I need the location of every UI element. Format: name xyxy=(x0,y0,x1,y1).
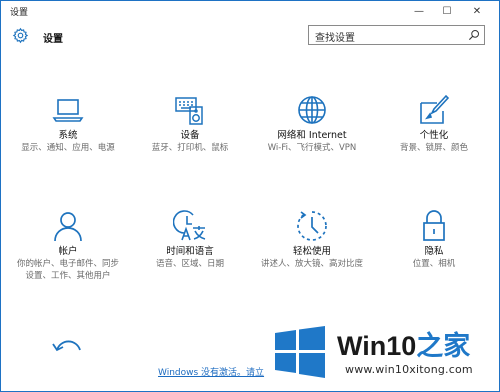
tile-description: 位置、相机 xyxy=(412,259,456,269)
update-security-icon[interactable] xyxy=(51,334,83,356)
tile-devices[interactable]: 设备 蓝牙、打印机、鼠标 xyxy=(131,93,249,154)
settings-window: 设置 — ☐ ✕ 设置 查找设置 系统 显示、通知、应用、电源 设备 蓝牙、打印… xyxy=(0,0,500,392)
paint-brush-icon xyxy=(420,94,450,124)
minimize-button[interactable]: — xyxy=(405,1,433,21)
search-placeholder: 查找设置 xyxy=(315,33,355,44)
close-button[interactable]: ✕ xyxy=(463,1,491,21)
close-icon: ✕ xyxy=(472,5,482,17)
tile-label: 系统 xyxy=(58,130,78,141)
minimize-icon: — xyxy=(414,5,424,17)
page-title: 设置 xyxy=(43,34,63,45)
globe-icon xyxy=(298,96,326,124)
maximize-button[interactable]: ☐ xyxy=(433,1,461,21)
person-icon xyxy=(54,212,82,242)
title-bar[interactable]: 设置 — ☐ ✕ xyxy=(1,1,499,21)
tile-personalization[interactable]: 个性化 背景、锁屏、颜色 xyxy=(375,93,493,154)
window-title: 设置 xyxy=(10,8,29,18)
search-input[interactable]: 查找设置 xyxy=(308,25,485,45)
ease-of-access-icon xyxy=(297,211,327,241)
windows-logo-icon xyxy=(275,326,325,378)
search-icon xyxy=(468,30,479,41)
tile-description: 语音、区域、日期 xyxy=(155,259,224,269)
tile-description: 蓝牙、打印机、鼠标 xyxy=(151,143,229,153)
maximize-icon: ☐ xyxy=(442,5,452,17)
watermark: Win10之家 www.win10xitong.com xyxy=(267,307,499,391)
tile-accounts[interactable]: 帐户 你的帐户、电子邮件、同步设置、工作、其他用户 xyxy=(9,209,127,282)
tile-description: Wi-Fi、飞行模式、VPN xyxy=(267,143,357,153)
tile-label: 网络和 Internet xyxy=(277,130,347,141)
tile-description: 你的帐户、电子邮件、同步设置、工作、其他用户 xyxy=(16,259,119,281)
tile-description: 讲述人、放大镜、高对比度 xyxy=(260,259,363,269)
keyboard-speaker-icon xyxy=(175,97,203,125)
watermark-brand: Win10之家 xyxy=(337,324,470,363)
tile-network[interactable]: 网络和 Internet Wi-Fi、飞行模式、VPN xyxy=(253,93,371,154)
tile-label: 隐私 xyxy=(424,246,444,257)
tile-label: 轻松使用 xyxy=(292,246,331,257)
watermark-brand-latin: Win10 xyxy=(337,331,417,361)
tile-time-language[interactable]: 时间和语言 语音、区域、日期 xyxy=(131,209,249,270)
watermark-brand-zh: 之家 xyxy=(416,331,471,361)
tile-ease-of-access[interactable]: 轻松使用 讲述人、放大镜、高对比度 xyxy=(253,209,371,270)
tile-privacy[interactable]: 隐私 位置、相机 xyxy=(375,209,493,270)
gear-icon xyxy=(12,27,29,44)
time-language-icon xyxy=(173,210,206,241)
tile-description: 显示、通知、应用、电源 xyxy=(21,143,115,153)
tile-label: 帐户 xyxy=(58,246,78,257)
tile-label: 设备 xyxy=(180,130,200,141)
tile-system[interactable]: 系统 显示、通知、应用、电源 xyxy=(9,93,127,154)
activation-link[interactable]: Windows 没有激活。请立 xyxy=(158,365,264,378)
tile-label: 个性化 xyxy=(419,130,449,141)
watermark-url: www.win10xitong.com xyxy=(345,363,473,376)
laptop-icon xyxy=(52,99,84,122)
lock-icon xyxy=(423,210,445,241)
tile-description: 背景、锁屏、颜色 xyxy=(399,143,468,153)
tile-label: 时间和语言 xyxy=(166,246,214,257)
